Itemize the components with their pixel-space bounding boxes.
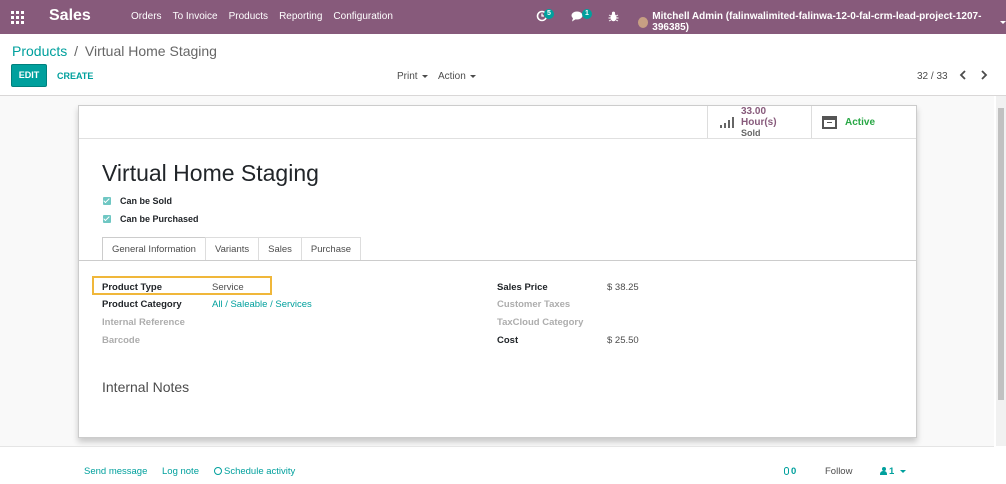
scrollbar-thumb[interactable]	[998, 108, 1004, 400]
breadcrumb: Products / Virtual Home Staging	[12, 43, 217, 59]
barcode-label: Barcode	[102, 335, 141, 346]
activity-count-badge: 5	[544, 9, 554, 19]
customer-taxes-label: Customer Taxes	[497, 299, 571, 310]
can-be-sold-label: Can be Sold	[120, 196, 173, 206]
active-label: Active	[845, 116, 876, 128]
menu-item-orders[interactable]: Orders	[131, 11, 162, 22]
button-box-divider	[79, 138, 916, 139]
hours-sold-label: Sold	[741, 128, 761, 138]
action-dropdown[interactable]: Action	[438, 71, 476, 82]
app-name[interactable]: Sales	[49, 7, 91, 25]
product-category-label: Product Category	[102, 299, 182, 310]
attachments-button[interactable]: 0	[784, 466, 796, 477]
cost-label: Cost	[497, 335, 519, 346]
tab-general-information[interactable]: General Information	[102, 237, 206, 261]
form-sheet: 33.00 Hour(s) Sold Active Virtual Home S…	[78, 105, 917, 438]
hours-sold-text: 33.00 Hour(s) Sold	[741, 106, 801, 138]
pager-next-button[interactable]	[980, 69, 988, 83]
taxcloud-category-label: TaxCloud Category	[497, 317, 584, 328]
person-icon	[880, 467, 887, 475]
chevron-down-icon	[421, 74, 428, 78]
can-be-purchased-label: Can be Purchased	[120, 214, 199, 224]
follow-button[interactable]: Follow	[825, 466, 852, 477]
product-name[interactable]: Virtual Home Staging	[102, 160, 319, 187]
can-be-sold-row: Can be Sold	[103, 196, 172, 206]
chevron-down-icon	[900, 469, 907, 473]
archive-icon	[822, 115, 837, 129]
user-menu[interactable]: Mitchell Admin (falinwalimited-falinwa-1…	[638, 11, 1006, 33]
chevron-right-icon	[981, 70, 988, 80]
form-tabs: General Information Variants Sales Purch…	[102, 237, 362, 261]
edit-button[interactable]: EDIT	[11, 64, 47, 87]
schedule-activity-label: Schedule activity	[224, 466, 296, 477]
product-type-value[interactable]: Service	[212, 282, 244, 293]
main-menu: Orders To Invoice Products Reporting Con…	[131, 11, 404, 22]
pager-previous-button[interactable]	[959, 69, 967, 83]
log-note-button[interactable]: Log note	[162, 466, 199, 477]
menu-item-configuration[interactable]: Configuration	[333, 11, 392, 22]
top-navbar: Sales Orders To Invoice Products Reporti…	[0, 0, 1006, 34]
breadcrumb-separator: /	[74, 43, 79, 59]
sales-price-value[interactable]: $ 38.25	[607, 282, 639, 293]
clock-icon	[214, 467, 222, 475]
chatter-divider	[0, 446, 994, 447]
followers-button[interactable]: 1	[880, 466, 907, 477]
chevron-down-icon	[1000, 20, 1006, 24]
signal-bars-icon	[720, 116, 734, 128]
chevron-down-icon	[469, 74, 476, 78]
bug-icon	[608, 11, 619, 22]
schedule-activity-button[interactable]: Schedule activity	[214, 466, 295, 477]
create-button[interactable]: CREATE	[57, 71, 93, 81]
can-be-sold-checkbox[interactable]	[103, 197, 111, 205]
active-toggle-button[interactable]: Active	[811, 106, 916, 138]
can-be-purchased-row: Can be Purchased	[103, 214, 199, 224]
menu-item-to-invoice[interactable]: To Invoice	[173, 11, 218, 22]
internal-notes-title: Internal Notes	[102, 379, 190, 395]
breadcrumb-products-link[interactable]: Products	[12, 43, 67, 59]
apps-menu-icon[interactable]	[11, 11, 24, 24]
avatar	[638, 16, 649, 28]
message-count-badge: 1	[582, 9, 592, 19]
sales-price-label: Sales Price	[497, 282, 548, 293]
cost-value[interactable]: $ 25.50	[607, 335, 639, 346]
paperclip-icon	[784, 467, 789, 475]
send-message-button[interactable]: Send message	[84, 466, 147, 477]
followers-count: 1	[889, 466, 895, 477]
user-name: Mitchell Admin (falinwalimited-falinwa-1…	[652, 11, 982, 33]
chevron-left-icon	[959, 70, 966, 80]
product-type-label: Product Type	[102, 282, 162, 293]
product-category-value[interactable]: All / Saleable / Services	[212, 299, 312, 310]
internal-reference-label: Internal Reference	[102, 317, 185, 328]
debug-button[interactable]	[608, 11, 619, 22]
tab-sales[interactable]: Sales	[258, 237, 302, 261]
menu-item-reporting[interactable]: Reporting	[279, 11, 322, 22]
breadcrumb-current: Virtual Home Staging	[84, 43, 217, 59]
tabs-divider	[79, 260, 916, 261]
print-label: Print	[397, 71, 418, 82]
pager-value[interactable]: 32 / 33	[917, 71, 948, 82]
menu-item-products[interactable]: Products	[229, 11, 268, 22]
print-dropdown[interactable]: Print	[397, 71, 428, 82]
smart-button-box: 33.00 Hour(s) Sold Active	[707, 106, 916, 138]
attachments-count: 0	[791, 466, 797, 477]
tab-purchase[interactable]: Purchase	[300, 237, 362, 261]
hours-sold-value: 33.00 Hour(s)	[741, 106, 777, 128]
action-label: Action	[438, 71, 466, 82]
can-be-purchased-checkbox[interactable]	[103, 215, 111, 223]
tab-variants[interactable]: Variants	[204, 237, 260, 261]
hours-sold-button[interactable]: 33.00 Hour(s) Sold	[707, 106, 811, 138]
